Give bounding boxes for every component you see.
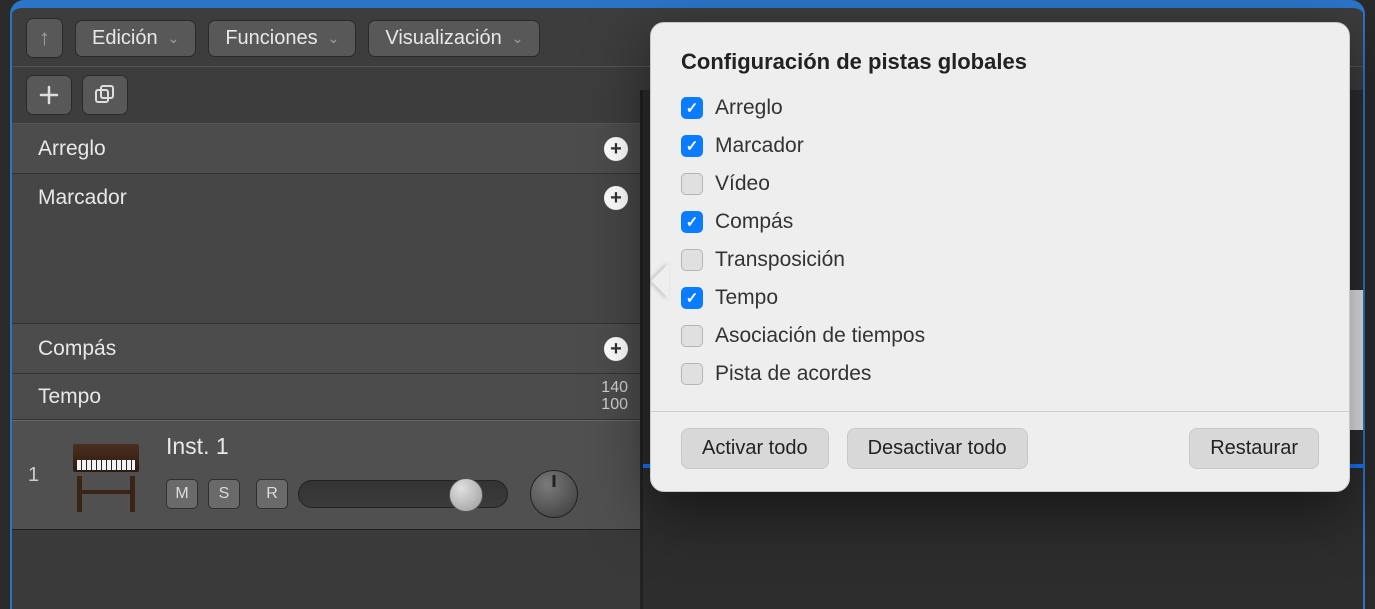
add-arreglo-button[interactable]: + bbox=[604, 137, 628, 161]
global-track-label: Marcador bbox=[38, 186, 127, 210]
chevron-down-icon: ⌄ bbox=[512, 30, 524, 47]
tracks-area: Arreglo + Marcador + Compás + Tempo 140 … bbox=[12, 124, 640, 609]
popover-options: ✓ Arreglo ✓ Marcador Vídeo ✓ Compás Transposici… bbox=[681, 89, 1319, 393]
add-marcador-button[interactable]: + bbox=[604, 186, 628, 210]
global-track-label: Arreglo bbox=[38, 137, 106, 161]
global-track-option[interactable]: ✓ Compás bbox=[681, 203, 1319, 241]
solo-button[interactable]: S bbox=[208, 479, 240, 509]
tempo-high-value: 140 bbox=[601, 380, 628, 397]
chevron-down-icon: ⌄ bbox=[328, 30, 340, 47]
disable-all-button[interactable]: Desactivar todo bbox=[847, 428, 1028, 469]
restore-button[interactable]: Restaurar bbox=[1189, 428, 1319, 469]
check-icon: ✓ bbox=[686, 289, 699, 307]
popover-separator bbox=[651, 411, 1349, 412]
global-track-marcador[interactable]: Marcador + bbox=[12, 174, 640, 324]
global-track-option[interactable]: ✓ Marcador bbox=[681, 127, 1319, 165]
functions-menu[interactable]: Funciones ⌄ bbox=[208, 20, 356, 57]
chevron-down-icon: ⌄ bbox=[168, 30, 180, 47]
mute-button[interactable]: M bbox=[166, 479, 198, 509]
track-name: Inst. 1 bbox=[166, 433, 626, 460]
functions-menu-label: Funciones bbox=[225, 27, 317, 50]
global-track-arreglo[interactable]: Arreglo + bbox=[12, 124, 640, 174]
instrument-icon[interactable] bbox=[62, 433, 150, 517]
checkbox[interactable]: ✓ bbox=[681, 211, 703, 233]
option-label: Pista de acordes bbox=[715, 362, 871, 386]
global-track-tempo[interactable]: Tempo 140 100 bbox=[12, 374, 640, 420]
hierarchy-up-button[interactable]: ↑ bbox=[26, 18, 63, 58]
organ-icon bbox=[67, 438, 145, 512]
duplicate-track-button[interactable] bbox=[82, 75, 128, 115]
view-menu[interactable]: Visualización ⌄ bbox=[368, 20, 540, 57]
check-icon: ✓ bbox=[686, 99, 699, 117]
option-label: Transposición bbox=[715, 248, 845, 272]
option-label: Vídeo bbox=[715, 172, 770, 196]
popover-title: Configuración de pistas globales bbox=[681, 49, 1319, 75]
volume-slider[interactable] bbox=[298, 480, 508, 508]
checkbox[interactable]: ✓ bbox=[681, 97, 703, 119]
option-label: Arreglo bbox=[715, 96, 783, 120]
global-track-option[interactable]: ✓ Arreglo bbox=[681, 89, 1319, 127]
record-button[interactable]: R bbox=[256, 479, 288, 509]
global-track-label: Compás bbox=[38, 337, 116, 361]
duplicate-icon bbox=[94, 85, 116, 105]
option-label: Marcador bbox=[715, 134, 804, 158]
global-track-option[interactable]: Vídeo bbox=[681, 165, 1319, 203]
view-menu-label: Visualización bbox=[385, 27, 501, 50]
add-track-button[interactable] bbox=[26, 75, 72, 115]
pan-knob[interactable] bbox=[530, 470, 578, 518]
slider-thumb[interactable] bbox=[449, 478, 483, 512]
add-compas-button[interactable]: + bbox=[604, 337, 628, 361]
option-label: Asociación de tiempos bbox=[715, 324, 925, 348]
track-index: 1 bbox=[28, 464, 46, 487]
global-track-label: Tempo bbox=[38, 385, 101, 409]
option-label: Tempo bbox=[715, 286, 778, 310]
tempo-low-value: 100 bbox=[601, 397, 628, 414]
checkbox[interactable] bbox=[681, 363, 703, 385]
global-track-option[interactable]: Pista de acordes bbox=[681, 355, 1319, 393]
enable-all-button[interactable]: Activar todo bbox=[681, 428, 829, 469]
option-label: Compás bbox=[715, 210, 793, 234]
checkbox[interactable] bbox=[681, 325, 703, 347]
plus-icon bbox=[39, 85, 59, 105]
checkbox[interactable] bbox=[681, 249, 703, 271]
up-arrow-icon: ↑ bbox=[39, 25, 50, 51]
check-icon: ✓ bbox=[686, 213, 699, 231]
checkbox[interactable]: ✓ bbox=[681, 287, 703, 309]
check-icon: ✓ bbox=[686, 137, 699, 155]
global-track-option[interactable]: ✓ Tempo bbox=[681, 279, 1319, 317]
instrument-track-row[interactable]: 1 Inst. 1 M S R bbox=[12, 420, 640, 530]
edit-menu[interactable]: Edición ⌄ bbox=[75, 20, 196, 57]
edit-menu-label: Edición bbox=[92, 27, 158, 50]
global-track-compas[interactable]: Compás + bbox=[12, 324, 640, 374]
global-tracks-popover: Configuración de pistas globales ✓ Arregl… bbox=[650, 22, 1350, 492]
global-track-option[interactable]: Asociación de tiempos bbox=[681, 317, 1319, 355]
global-track-option[interactable]: Transposición bbox=[681, 241, 1319, 279]
checkbox[interactable]: ✓ bbox=[681, 135, 703, 157]
checkbox[interactable] bbox=[681, 173, 703, 195]
